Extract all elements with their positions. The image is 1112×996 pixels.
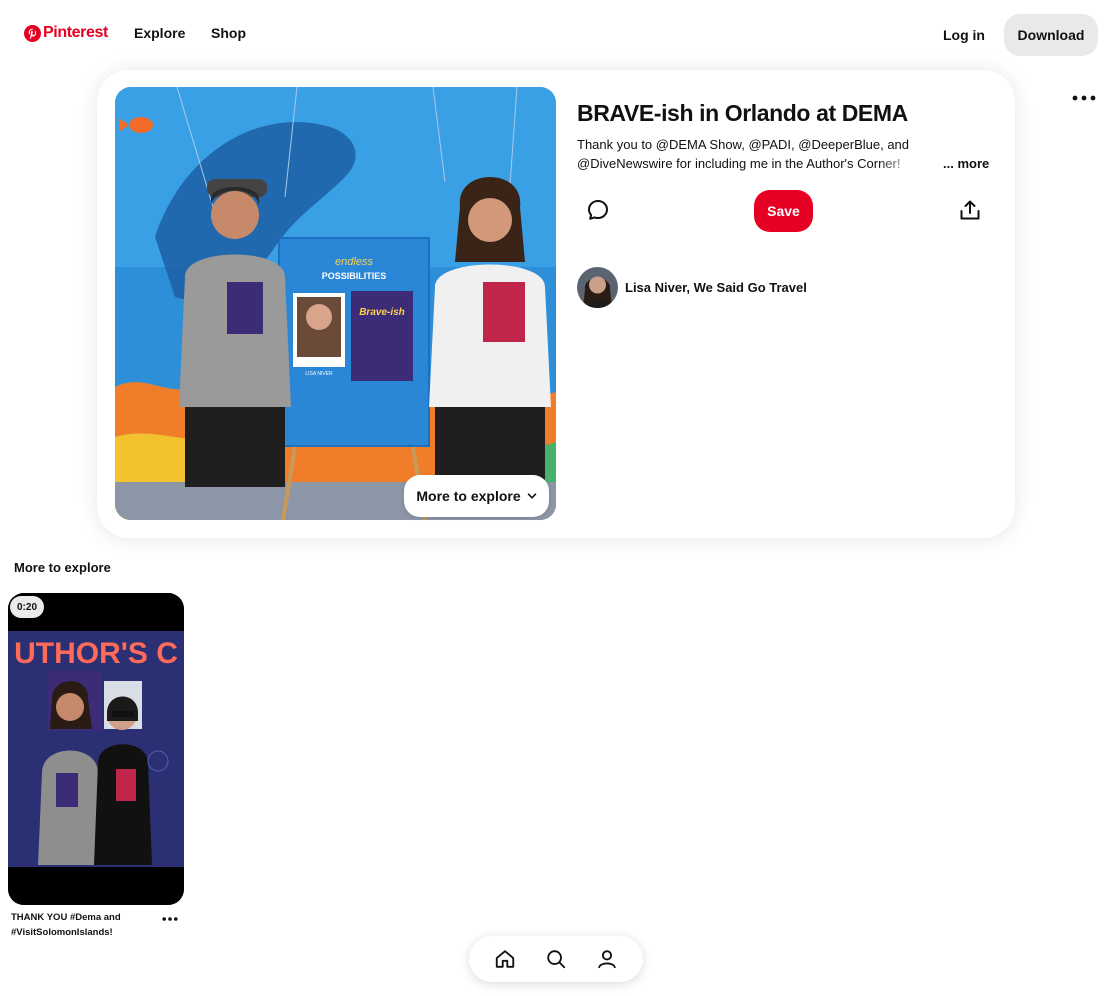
pinterest-logo[interactable]: Pinterest (24, 24, 108, 42)
chevron-down-icon (527, 493, 536, 499)
nav-search-button[interactable] (542, 945, 570, 973)
top-header: Pinterest Explore Shop Log in Download (0, 0, 1112, 68)
more-to-explore-heading: More to explore (14, 560, 111, 575)
avatar-image (577, 267, 618, 308)
nav-shop-link[interactable]: Shop (211, 25, 246, 41)
related-pin-image-text: UTHOR'S C (14, 637, 178, 670)
related-pin-options-button[interactable] (158, 910, 182, 928)
avatar[interactable] (577, 267, 618, 308)
ellipsis-icon (162, 917, 178, 921)
page-options-button[interactable] (1068, 86, 1100, 110)
nav-explore-link[interactable]: Explore (134, 25, 185, 41)
creator-row[interactable]: Lisa Niver, We Said Go Travel (577, 267, 807, 308)
logo-text: Pinterest (43, 24, 108, 41)
nav-profile-button[interactable] (593, 945, 621, 973)
home-icon (495, 950, 514, 968)
profile-icon (598, 950, 617, 969)
related-pin-card[interactable]: UTHOR'S C (8, 593, 184, 905)
search-icon (547, 950, 566, 969)
bottom-nav-bar (469, 936, 643, 982)
related-pin-image: UTHOR'S C (8, 593, 184, 905)
related-pin-caption[interactable]: THANK YOU #Dema and #VisitSolomonIslands… (11, 910, 141, 940)
nav-home-button[interactable] (491, 945, 519, 973)
download-button[interactable]: Download (1004, 14, 1098, 56)
poster-author: LISA NIVER (305, 371, 333, 377)
creator-name[interactable]: Lisa Niver, We Said Go Travel (625, 280, 807, 295)
share-button[interactable] (953, 192, 987, 228)
login-button[interactable]: Log in (930, 14, 998, 56)
more-to-explore-label: More to explore (416, 488, 521, 504)
poster-heading-2: POSSIBILITIES (322, 271, 387, 281)
ellipsis-icon (1072, 95, 1096, 101)
pin-image[interactable]: endless POSSIBILITIES Brave-ish LISA NIV… (115, 87, 556, 520)
description-more-link[interactable]: ... more (943, 154, 989, 173)
pinterest-logo-icon (24, 24, 41, 42)
description-fade (877, 154, 939, 173)
comment-icon (588, 200, 608, 220)
poster-book-title: Brave-ish (359, 307, 405, 318)
save-button[interactable]: Save (754, 190, 813, 232)
video-duration-badge: 0:20 (10, 596, 44, 618)
more-to-explore-button[interactable]: More to explore (404, 475, 549, 517)
pin-closeup-card: endless POSSIBILITIES Brave-ish LISA NIV… (97, 70, 1015, 538)
pin-photo: endless POSSIBILITIES Brave-ish LISA NIV… (115, 87, 556, 520)
comment-button[interactable] (581, 192, 615, 228)
pin-title: BRAVE-ish in Orlando at DEMA (577, 100, 908, 126)
share-icon (960, 200, 980, 220)
poster-heading-1: endless (335, 256, 373, 268)
